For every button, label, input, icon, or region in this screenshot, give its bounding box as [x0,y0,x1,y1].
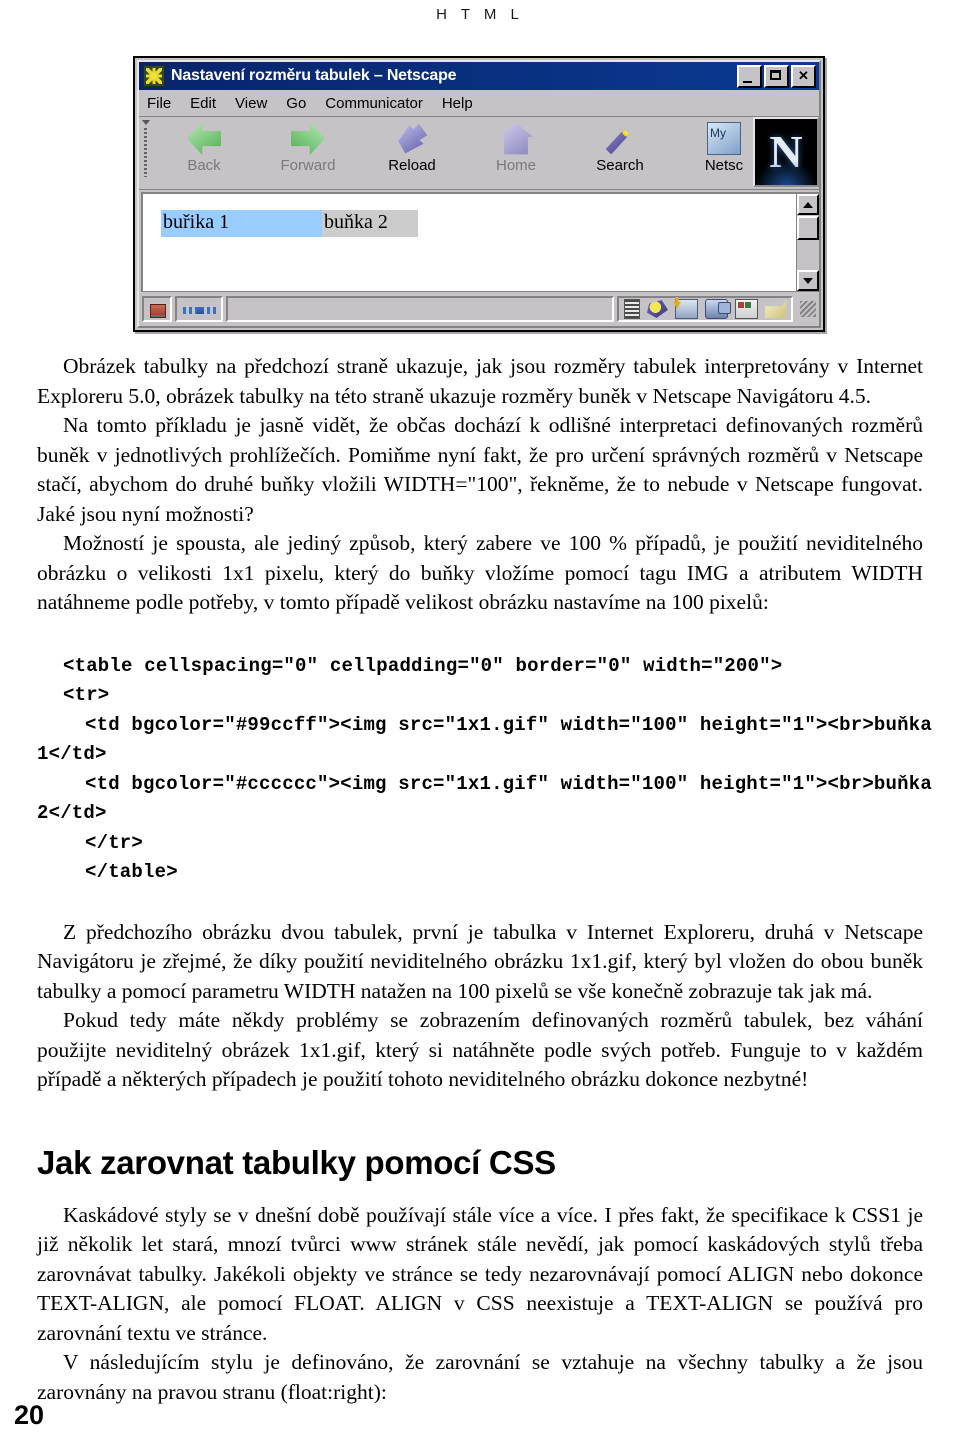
home-button-label: Home [495,157,536,174]
paragraph-7: V následujícím stylu je definováno, že z… [37,1350,923,1404]
code-line-text: <td bgcolor="#99ccff"><img src="1x1.gif"… [85,713,932,736]
menu-item-go[interactable]: Go [286,95,306,112]
figure-netscape-window: Nastavení rozměru tabulek – Netscape ✕ F… [133,56,825,332]
navigator-icon[interactable] [647,300,668,318]
scrollbar-thumb[interactable] [797,216,819,240]
security-lock-icon[interactable] [142,296,172,322]
code-line: 1</td> [37,740,923,770]
code-line: 2</td> [37,799,923,829]
scroll-down-button[interactable] [797,270,819,291]
menu-item-view[interactable]: View [235,95,267,112]
forward-arrow-icon [291,122,325,155]
section-heading: Jak zarovnat tabulky pomocí CSS [37,1143,556,1181]
window-title: Nastavení rozměru tabulek – Netscape [171,67,457,84]
my-netscape-icon [707,122,741,155]
minimize-button[interactable] [737,64,762,88]
netscape-page-icon [143,65,165,87]
code-block: <table cellspacing="0" cellpadding="0" b… [37,652,932,888]
browser-content-area: buřika 1 buňka 2 [141,192,819,292]
page-number: 20 [14,1400,45,1430]
back-button[interactable]: Back [152,117,256,189]
forward-button[interactable]: Forward [256,117,360,189]
paragraph-1: Obrázek tabulky na předchozí straně ukaz… [37,354,923,408]
table-row: buřika 1 buňka 2 [161,210,418,237]
page-body: Obrázek tabulky na předchozí straně ukaz… [37,352,932,1407]
table-cell-1: buřika 1 [161,210,322,237]
maximize-button[interactable] [764,64,789,88]
search-button[interactable]: Search [568,117,672,189]
paragraph-6: Kaskádové styly se v dnešní době používa… [37,1202,923,1345]
code-line: <table cellspacing="0" cellpadding="0" b… [37,652,923,682]
code-line: </tr> [37,829,923,859]
reload-button-label: Reload [388,157,436,174]
status-text [226,296,614,322]
close-button[interactable]: ✕ [791,64,816,88]
forward-button-label: Forward [280,157,336,174]
code-line: <tr> [37,681,923,711]
menu-item-help[interactable]: Help [442,95,473,112]
menu-item-communicator[interactable]: Communicator [325,95,423,112]
status-bar [139,292,819,326]
discussions-icon[interactable] [705,299,731,319]
netscape-logo-button[interactable]: N [753,117,819,187]
vertical-scrollbar[interactable] [796,194,819,291]
code-line-text: 1</td> [37,743,107,765]
paragraph-4: Z předchozího obrázku dvou tabulek, prvn… [37,919,923,1003]
my-netscape-button-label: Netsc [704,157,744,174]
paragraph-5: Pokud tedy máte někdy problémy se zobraz… [37,1008,923,1091]
table-cell-2: buňka 2 [322,210,418,237]
code-line: </table> [37,858,923,888]
scrollbar-track[interactable] [797,241,819,270]
search-icon [605,129,630,155]
netscape-window: Nastavení rozměru tabulek – Netscape ✕ F… [133,56,825,332]
running-head: H T M L [436,6,524,23]
rendered-demo-table: buřika 1 buňka 2 [161,210,418,237]
rendered-page-canvas: buřika 1 buňka 2 [143,194,796,291]
menu-bar: File Edit View Go Communicator Help [139,90,819,117]
paragraph-3: Možností je spousta, ale jediný způsob, … [37,531,923,614]
window-controls: ✕ [737,64,816,88]
connection-icon[interactable] [175,296,223,322]
address-book-icon[interactable] [735,299,758,319]
component-bar-icon[interactable] [624,299,640,319]
window-title-bar: Nastavení rozměru tabulek – Netscape ✕ [139,62,819,90]
mailbox-icon[interactable] [675,299,698,319]
code-line: <td bgcolor="#cccccc"><img src="1x1.gif"… [37,770,932,800]
navigation-toolbar: Back Forward Reload Home Search My Netsc… [139,117,819,190]
code-line-text: <td bgcolor="#cccccc"><img src="1x1.gif"… [85,772,932,795]
back-button-label: Back [187,157,221,174]
code-line-text: </table> [85,861,178,883]
home-icon [499,122,533,155]
code-line-text: <tr> [63,684,110,706]
back-arrow-icon [187,122,221,155]
resize-grip-icon[interactable] [800,301,816,317]
reload-button[interactable]: Reload [360,117,464,189]
component-bar [617,296,793,322]
scroll-up-button[interactable] [797,194,819,215]
toolbar-grip[interactable] [139,117,152,189]
code-line-text: <table cellspacing="0" cellpadding="0" b… [63,654,783,677]
menu-item-file[interactable]: File [147,95,171,112]
code-line-text: 2</td> [37,802,107,824]
netscape-logo-glyph: N [769,126,803,177]
code-line-text: </tr> [85,831,144,854]
menu-item-edit[interactable]: Edit [190,95,216,112]
reload-icon [398,123,428,154]
code-line: <td bgcolor="#99ccff"><img src="1x1.gif"… [37,711,932,741]
home-button[interactable]: Home [464,117,568,189]
paragraph-2: Na tomto příkladu je jasně vidět, že obč… [37,413,923,526]
composer-icon[interactable] [765,300,786,318]
search-button-label: Search [596,157,644,174]
